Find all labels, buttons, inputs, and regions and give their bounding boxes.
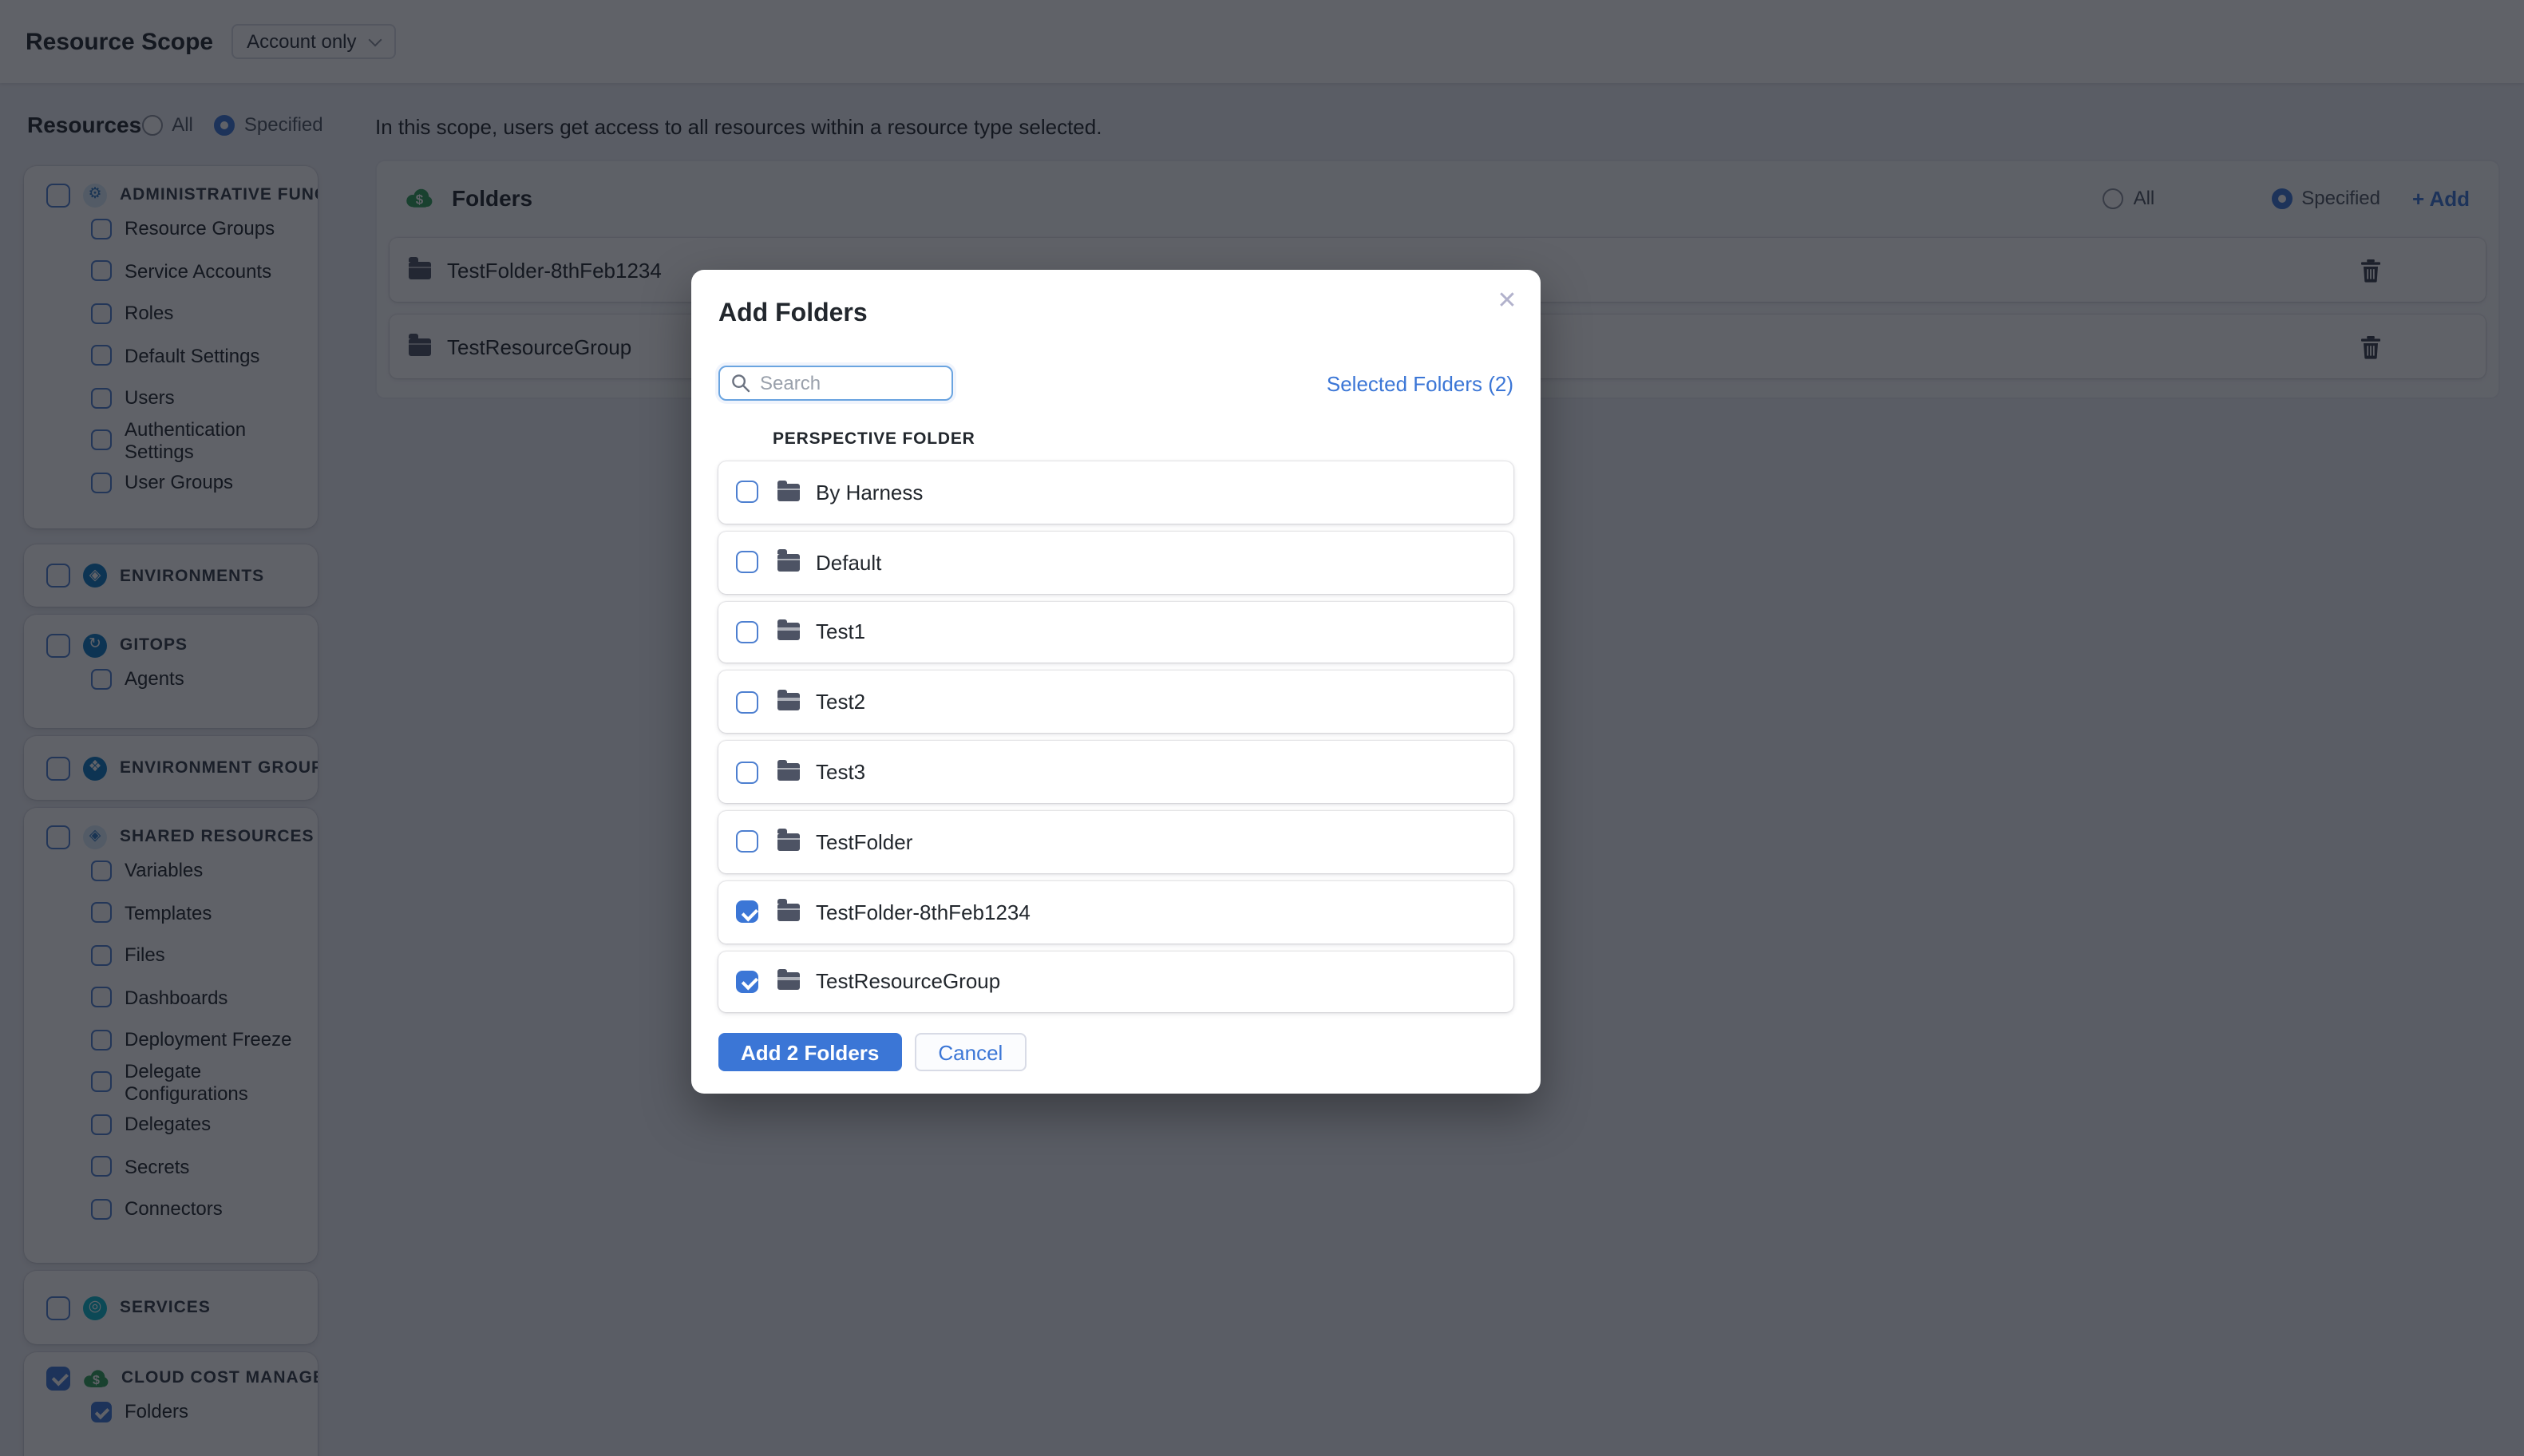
folder-option-label: Default: [816, 550, 882, 575]
modal-search-row: Selected Folders (2): [718, 366, 1513, 401]
folder-option-testresourcegroup[interactable]: TestResourceGroup: [718, 951, 1513, 1013]
folder-option-testfolder[interactable]: TestFolder: [718, 810, 1513, 873]
modal-actions: Add 2 Folders Cancel: [718, 1033, 1513, 1072]
row-checkbox[interactable]: [736, 830, 758, 853]
row-checkbox[interactable]: [736, 481, 758, 504]
folder-option-label: TestFolder: [816, 829, 913, 854]
search-box: [718, 366, 953, 401]
folder-icon: [777, 479, 800, 501]
folder-option-label: By Harness: [816, 480, 924, 504]
add-folders-modal: Add Folders ✕ Selected Folders (2) PERSP…: [691, 270, 1541, 1094]
folder-icon: [777, 549, 800, 572]
folder-icon: [777, 899, 800, 921]
folder-option-test3[interactable]: Test3: [718, 741, 1513, 803]
folder-list: By Harness Default Test1 Test2 Test3 Tes…: [718, 461, 1513, 1013]
search-input[interactable]: [760, 372, 940, 394]
folder-option-testfolder-8thfeb1234[interactable]: TestFolder-8thFeb1234: [718, 880, 1513, 944]
modal-title: Add Folders: [718, 300, 868, 327]
folder-option-test1[interactable]: Test1: [718, 601, 1513, 663]
row-checkbox[interactable]: [736, 620, 758, 643]
folder-option-label: TestFolder-8thFeb1234: [816, 900, 1031, 924]
folder-option-default[interactable]: Default: [718, 531, 1513, 594]
page: Resource Scope Account only Resources Al…: [0, 0, 2524, 1456]
folder-icon: [777, 689, 800, 711]
folder-option-by-harness[interactable]: By Harness: [718, 461, 1513, 524]
folder-option-label: Test3: [816, 760, 866, 785]
perspective-folder-column-header: PERSPECTIVE FOLDER: [773, 429, 975, 449]
row-checkbox[interactable]: [736, 761, 758, 784]
close-icon[interactable]: ✕: [1489, 283, 1525, 318]
row-checkbox[interactable]: [736, 551, 758, 574]
selected-folders-link[interactable]: Selected Folders (2): [1327, 371, 1513, 395]
row-checkbox[interactable]: [736, 900, 758, 924]
row-checkbox[interactable]: [736, 970, 758, 993]
folder-icon: [777, 829, 800, 851]
folder-option-label: Test2: [816, 690, 866, 714]
add-folders-button[interactable]: Add 2 Folders: [718, 1033, 902, 1072]
row-checkbox[interactable]: [736, 690, 758, 714]
folder-icon: [777, 969, 800, 991]
folder-option-test2[interactable]: Test2: [718, 671, 1513, 734]
search-icon: [732, 374, 750, 393]
folder-icon: [777, 759, 800, 781]
folder-icon: [777, 619, 800, 641]
folder-option-label: TestResourceGroup: [816, 969, 1001, 994]
folder-option-label: Test1: [816, 619, 866, 644]
cancel-button[interactable]: Cancel: [914, 1033, 1027, 1072]
